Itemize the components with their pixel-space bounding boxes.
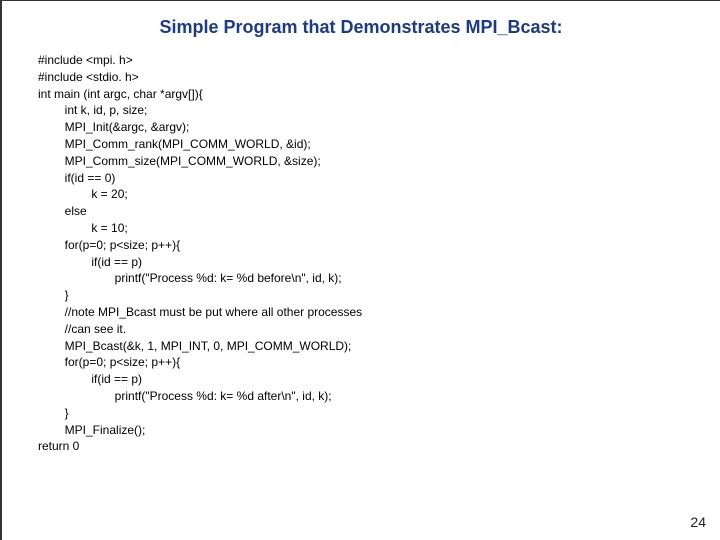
code-block: #include <mpi. h> #include <stdio. h> in… (38, 52, 720, 455)
page-number: 24 (690, 514, 706, 530)
slide: Simple Program that Demonstrates MPI_Bca… (0, 0, 720, 540)
slide-title: Simple Program that Demonstrates MPI_Bca… (2, 17, 720, 38)
